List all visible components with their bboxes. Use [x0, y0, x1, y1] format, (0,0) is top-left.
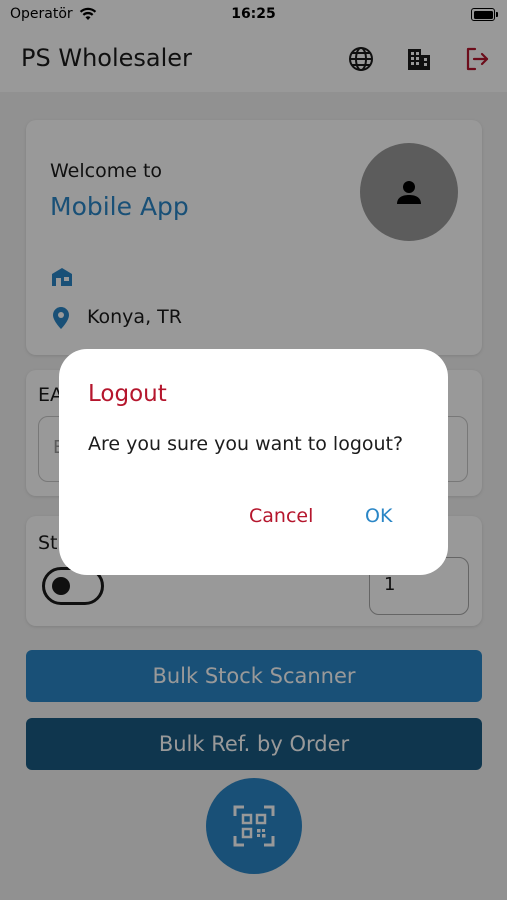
ok-button[interactable]: OK — [365, 505, 392, 527]
dialog-message: Are you sure you want to logout? — [88, 433, 404, 455]
app-screen: Operatör 16:25 PS Wholesaler Welcome to … — [0, 0, 507, 900]
dialog-title: Logout — [88, 381, 167, 407]
logout-dialog: Logout Are you sure you want to logout? … — [59, 349, 448, 575]
cancel-button[interactable]: Cancel — [249, 505, 313, 527]
